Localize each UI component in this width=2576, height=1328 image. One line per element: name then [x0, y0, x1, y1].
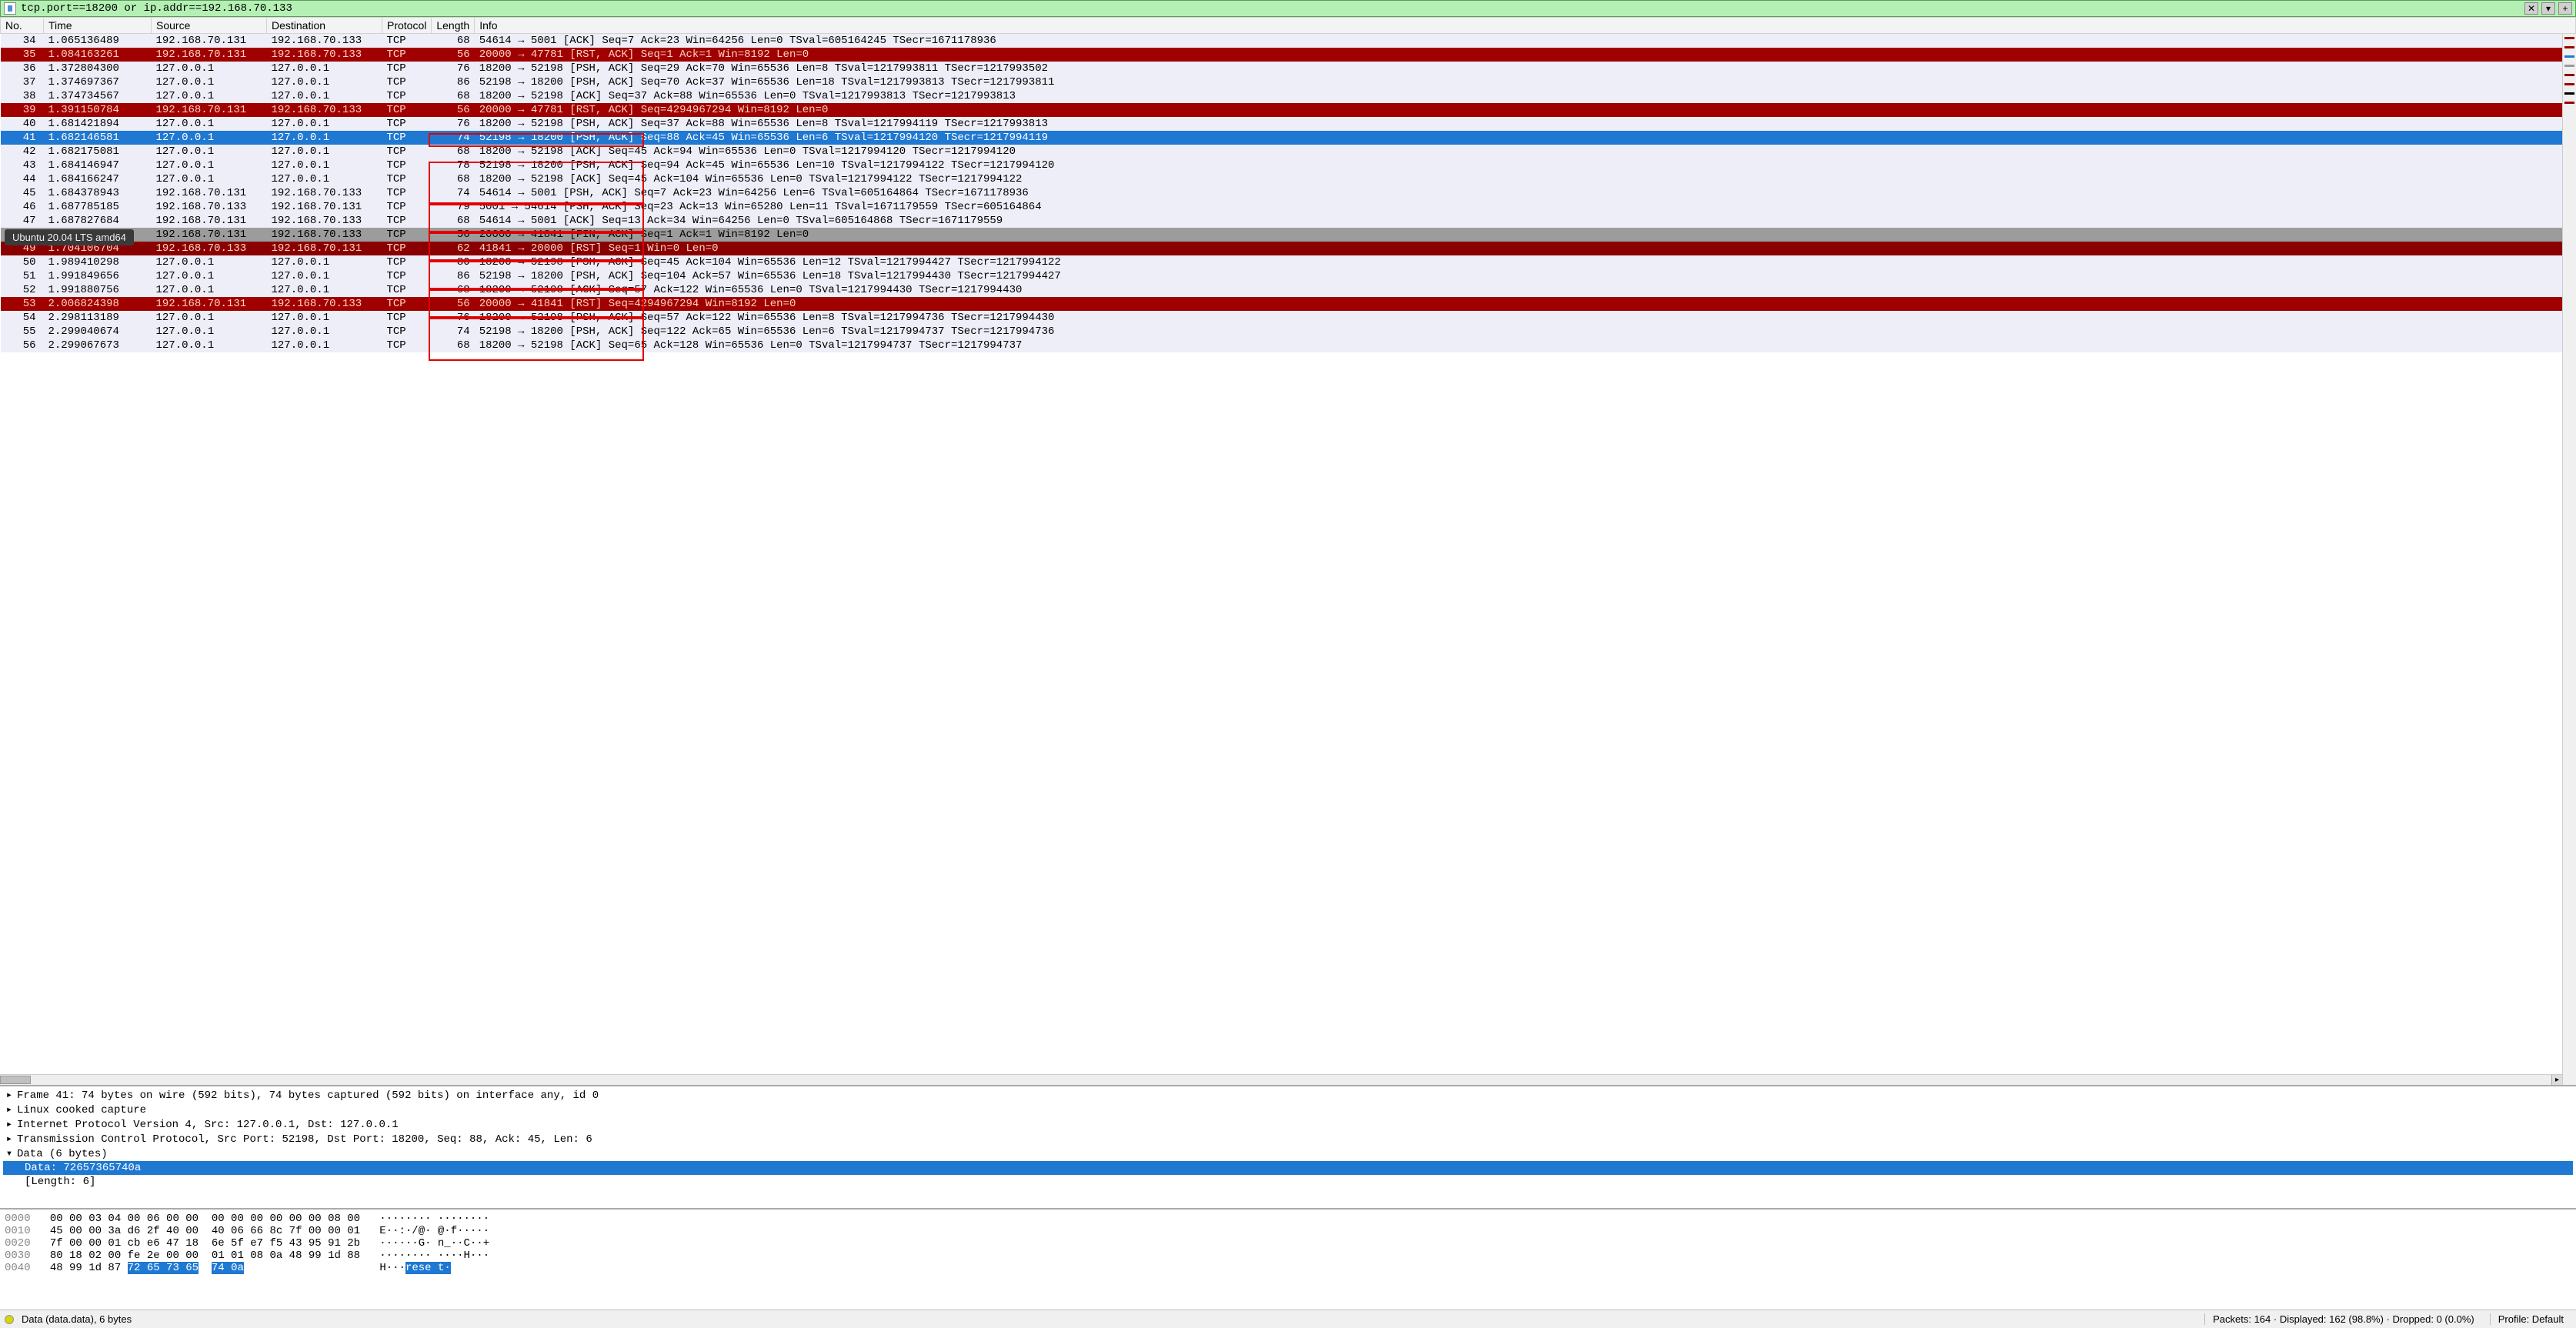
- packet-row[interactable]: 351.084163261192.168.70.131192.168.70.13…: [1, 48, 2576, 62]
- col-header-source[interactable]: Source: [152, 18, 267, 34]
- packet-row[interactable]: 471.687827684192.168.70.131192.168.70.13…: [1, 214, 2576, 228]
- detail-tcp-text: Transmission Control Protocol, Src Port:…: [17, 1133, 592, 1146]
- packet-row[interactable]: 552.299040674127.0.0.1127.0.0.1TCP745219…: [1, 325, 2576, 339]
- detail-frame[interactable]: ▸Frame 41: 74 bytes on wire (592 bits), …: [3, 1088, 2573, 1103]
- status-profile[interactable]: Profile: Default: [2490, 1313, 2571, 1325]
- detail-data-value-text: Data: 72657365740a: [25, 1162, 141, 1174]
- packet-row[interactable]: 501.989410298127.0.0.1127.0.0.1TCP801820…: [1, 255, 2576, 269]
- packet-row[interactable]: 341.065136489192.168.70.131192.168.70.13…: [1, 34, 2576, 48]
- filter-clear-button[interactable]: ✕: [2524, 2, 2538, 15]
- packet-row[interactable]: 431.684146947127.0.0.1127.0.0.1TCP785219…: [1, 158, 2576, 172]
- os-tooltip: Ubuntu 20.04 LTS amd64: [5, 229, 134, 245]
- filter-add-button[interactable]: +: [2558, 2, 2572, 15]
- col-header-no[interactable]: No.: [1, 18, 44, 34]
- detail-ip[interactable]: ▸Internet Protocol Version 4, Src: 127.0…: [3, 1117, 2573, 1132]
- packet-row[interactable]: 421.682175081127.0.0.1127.0.0.1TCP681820…: [1, 145, 2576, 158]
- packet-row[interactable]: 401.681421894127.0.0.1127.0.0.1TCP761820…: [1, 117, 2576, 131]
- packet-row[interactable]: 48192.168.70.131192.168.70.133TCP5620000…: [1, 228, 2576, 242]
- packet-row[interactable]: 381.374734567127.0.0.1127.0.0.1TCP681820…: [1, 89, 2576, 103]
- hex-line[interactable]: 0000 00 00 03 04 00 06 00 00 00 00 00 00…: [5, 1213, 2571, 1225]
- col-header-info[interactable]: Info: [475, 18, 2576, 34]
- packet-row[interactable]: 451.684378943192.168.70.131192.168.70.13…: [1, 186, 2576, 200]
- packet-row[interactable]: 391.391150784192.168.70.131192.168.70.13…: [1, 103, 2576, 117]
- packet-row[interactable]: 511.991849656127.0.0.1127.0.0.1TCP865219…: [1, 269, 2576, 283]
- hex-line[interactable]: 0030 80 18 02 00 fe 2e 00 00 01 01 08 0a…: [5, 1250, 2571, 1262]
- detail-linux-text: Linux cooked capture: [17, 1104, 146, 1116]
- col-header-protocol[interactable]: Protocol: [382, 18, 432, 34]
- detail-linux-cooked[interactable]: ▸Linux cooked capture: [3, 1103, 2573, 1117]
- packet-row[interactable]: 521.991880756127.0.0.1127.0.0.1TCP681820…: [1, 283, 2576, 297]
- packet-list-header[interactable]: No. Time Source Destination Protocol Len…: [1, 18, 2576, 34]
- hscroll-right-arrow[interactable]: ▸: [2551, 1075, 2562, 1085]
- detail-data-length-text: [Length: 6]: [25, 1176, 95, 1188]
- packet-row[interactable]: 532.006824398192.168.70.131192.168.70.13…: [1, 297, 2576, 311]
- hscroll-thumb[interactable]: [0, 1076, 31, 1084]
- hex-line[interactable]: 0010 45 00 00 3a d6 2f 40 00 40 06 66 8c…: [5, 1225, 2571, 1237]
- status-field-text: Data (data.data), 6 bytes: [22, 1313, 2197, 1325]
- col-header-time[interactable]: Time: [44, 18, 152, 34]
- packet-list-hscroll[interactable]: ▸: [0, 1074, 2562, 1085]
- col-header-length[interactable]: Length: [432, 18, 475, 34]
- detail-data-value[interactable]: Data: 72657365740a: [3, 1161, 2573, 1175]
- filter-bookmark-icon[interactable]: [4, 2, 16, 15]
- packet-list-minimap[interactable]: [2562, 34, 2576, 1085]
- expert-info-led-icon[interactable]: [5, 1315, 14, 1324]
- packet-row[interactable]: 562.299067673127.0.0.1127.0.0.1TCP681820…: [1, 339, 2576, 352]
- packet-row[interactable]: 441.684166247127.0.0.1127.0.0.1TCP681820…: [1, 172, 2576, 186]
- detail-data-length[interactable]: [Length: 6]: [3, 1175, 2573, 1189]
- display-filter-input[interactable]: [21, 2, 2520, 15]
- packet-row[interactable]: 371.374697367127.0.0.1127.0.0.1TCP865219…: [1, 75, 2576, 89]
- packet-details-pane[interactable]: ▸Frame 41: 74 bytes on wire (592 bits), …: [0, 1086, 2576, 1210]
- packet-row[interactable]: 361.372804300127.0.0.1127.0.0.1TCP761820…: [1, 62, 2576, 75]
- packet-list-pane[interactable]: No. Time Source Destination Protocol Len…: [0, 17, 2576, 1086]
- detail-ip-text: Internet Protocol Version 4, Src: 127.0.…: [17, 1119, 399, 1131]
- status-bar: Data (data.data), 6 bytes Packets: 164 ·…: [0, 1310, 2576, 1328]
- status-packet-counts: Packets: 164 · Displayed: 162 (98.8%) · …: [2204, 1313, 2482, 1325]
- packet-row[interactable]: 411.682146581127.0.0.1127.0.0.1TCP745219…: [1, 131, 2576, 145]
- hex-line[interactable]: 0020 7f 00 00 01 cb e6 47 18 6e 5f e7 f5…: [5, 1237, 2571, 1250]
- filter-history-button[interactable]: ▾: [2541, 2, 2555, 15]
- packet-bytes-pane[interactable]: 0000 00 00 03 04 00 06 00 00 00 00 00 00…: [0, 1210, 2576, 1310]
- packet-row[interactable]: 491.704106704192.168.70.133192.168.70.13…: [1, 242, 2576, 255]
- packet-row[interactable]: 461.687785185192.168.70.133192.168.70.13…: [1, 200, 2576, 214]
- detail-tcp[interactable]: ▸Transmission Control Protocol, Src Port…: [3, 1132, 2573, 1146]
- col-header-destination[interactable]: Destination: [267, 18, 382, 34]
- detail-data-header-text: Data (6 bytes): [17, 1148, 108, 1160]
- hex-line[interactable]: 0040 48 99 1d 87 72 65 73 65 74 0a H···r…: [5, 1262, 2571, 1274]
- packet-row[interactable]: 542.298113189127.0.0.1127.0.0.1TCP761820…: [1, 311, 2576, 325]
- detail-data[interactable]: ▾Data (6 bytes): [3, 1146, 2573, 1161]
- display-filter-bar[interactable]: ✕ ▾ +: [0, 0, 2576, 17]
- detail-frame-text: Frame 41: 74 bytes on wire (592 bits), 7…: [17, 1089, 599, 1102]
